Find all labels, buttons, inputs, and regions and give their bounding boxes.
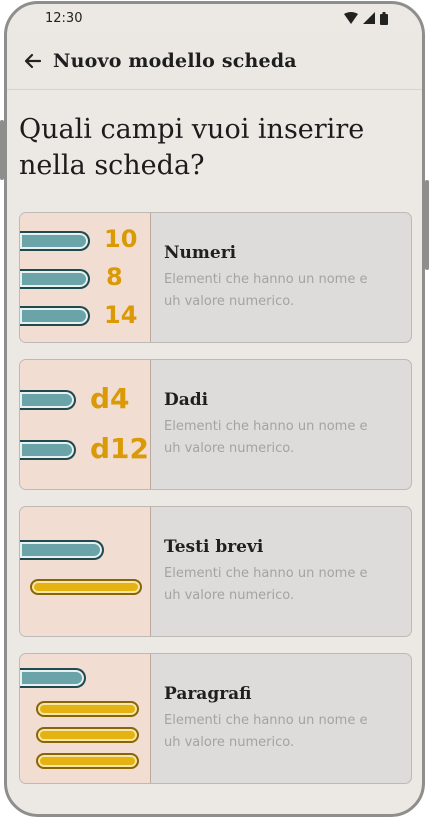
card-testi-brevi[interactable]: Testi brevi Elementi che hanno un nome e… bbox=[19, 506, 412, 637]
card-description-line: Elementi che hanno un nome e bbox=[164, 566, 368, 581]
gold-bar bbox=[36, 753, 139, 769]
status-time: 12:30 bbox=[45, 10, 83, 26]
card-paragrafi[interactable]: Paragrafi Elementi che hanno un nome e u… bbox=[19, 653, 412, 784]
card-description-line: uh valore numerico. bbox=[164, 735, 295, 750]
card-dadi[interactable]: d4 d12 Dadi Elementi che hanno un nome e… bbox=[19, 359, 412, 490]
status-bar: 12:30 bbox=[7, 4, 422, 32]
page-title: Nuovo modello scheda bbox=[53, 49, 297, 72]
card-description-line: Elementi che hanno un nome e bbox=[164, 272, 368, 287]
card-description-line: uh valore numerico. bbox=[164, 588, 295, 603]
gold-bar bbox=[36, 727, 139, 743]
phone-side-button bbox=[425, 180, 429, 270]
number-label: 14 bbox=[104, 301, 138, 329]
card-numeri[interactable]: 10 8 14 Numeri Elementi che hanno un nom… bbox=[19, 212, 412, 343]
card-description-line: uh valore numerico. bbox=[164, 441, 295, 456]
teal-bar bbox=[20, 306, 90, 326]
card-description: Elementi che hanno un nome e uh valore n… bbox=[164, 710, 404, 754]
teal-bar bbox=[20, 540, 104, 560]
teal-bar bbox=[20, 269, 90, 289]
card-title: Paragrafi bbox=[164, 684, 252, 704]
number-label: 8 bbox=[106, 263, 123, 291]
question-line-1: Quali campi vuoi inserire bbox=[19, 114, 365, 145]
question-line-2: nella scheda? bbox=[19, 150, 205, 181]
teal-bar bbox=[20, 390, 76, 410]
dice-illustration: d4 d12 bbox=[20, 360, 151, 489]
card-title: Numeri bbox=[164, 243, 237, 263]
number-label: 10 bbox=[104, 225, 138, 253]
teal-bar bbox=[20, 668, 86, 688]
status-icons bbox=[344, 11, 388, 25]
arrow-left-icon bbox=[24, 53, 42, 68]
numbers-illustration: 10 8 14 bbox=[20, 213, 151, 342]
card-title: Testi brevi bbox=[164, 537, 264, 557]
card-description-line: uh valore numerico. bbox=[164, 294, 295, 309]
teal-bar bbox=[20, 231, 90, 251]
gold-bar bbox=[30, 579, 142, 595]
wifi-icon bbox=[344, 12, 358, 24]
short-text-illustration bbox=[20, 507, 151, 636]
card-title: Dadi bbox=[164, 390, 209, 410]
card-description: Elementi che hanno un nome e uh valore n… bbox=[164, 416, 404, 460]
question-heading: Quali campi vuoi inserire nella scheda? bbox=[19, 112, 409, 184]
app-bar: Nuovo modello scheda bbox=[7, 32, 422, 90]
card-description-line: Elementi che hanno un nome e bbox=[164, 419, 368, 434]
dice-label: d12 bbox=[90, 432, 150, 465]
gold-bar bbox=[36, 701, 139, 717]
card-description: Elementi che hanno un nome e uh valore n… bbox=[164, 269, 404, 313]
card-text: Testi brevi Elementi che hanno un nome e… bbox=[164, 537, 404, 607]
dice-label: d4 bbox=[90, 382, 130, 415]
battery-icon bbox=[380, 11, 388, 25]
card-text: Paragrafi Elementi che hanno un nome e u… bbox=[164, 684, 404, 754]
paragraph-illustration bbox=[20, 654, 151, 783]
signal-icon bbox=[363, 12, 375, 24]
phone-frame: 12:30 Nuovo modello scheda Quali campi v… bbox=[4, 1, 425, 817]
back-button[interactable] bbox=[19, 47, 47, 75]
card-description-line: Elementi che hanno un nome e bbox=[164, 713, 368, 728]
card-text: Numeri Elementi che hanno un nome e uh v… bbox=[164, 243, 404, 313]
card-description: Elementi che hanno un nome e uh valore n… bbox=[164, 563, 404, 607]
card-text: Dadi Elementi che hanno un nome e uh val… bbox=[164, 390, 404, 460]
teal-bar bbox=[20, 440, 76, 460]
